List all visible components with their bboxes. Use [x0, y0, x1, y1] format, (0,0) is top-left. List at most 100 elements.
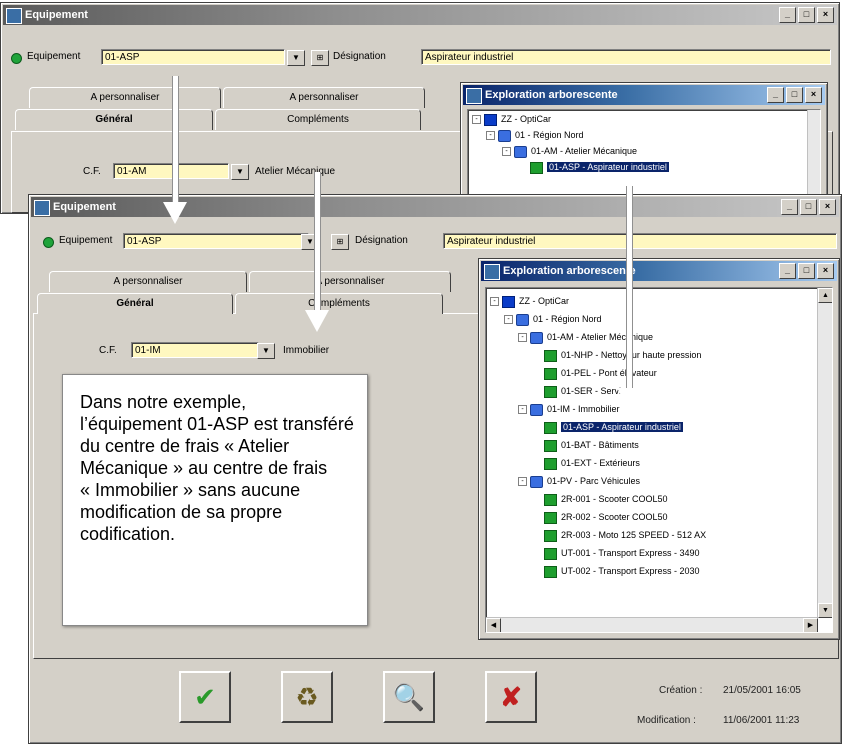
tree-node[interactable]: UT-001 - Transport Express - 3490 [544, 546, 700, 560]
back-window-title: Equipement [25, 9, 88, 21]
scrollbar[interactable] [807, 110, 820, 194]
validate-button[interactable]: ✔ [179, 671, 231, 723]
scroll-up-icon[interactable]: ▲ [818, 288, 832, 303]
root-icon [502, 295, 515, 308]
maximize-icon[interactable]: □ [800, 199, 817, 215]
collapse-icon[interactable]: - [472, 115, 481, 125]
leaf-icon [544, 547, 557, 560]
tree-node[interactable]: -01-PV - Parc Véhicules [518, 474, 640, 488]
designation-field[interactable]: Aspirateur industriel [443, 233, 837, 249]
tab-general[interactable]: Général [37, 293, 233, 314]
tree-window-icon [466, 88, 482, 104]
tab-a-personnaliser-2[interactable]: A personnaliser [223, 87, 425, 108]
chevron-down-icon[interactable]: ▼ [287, 50, 305, 66]
cf-description: Atelier Mécanique [255, 166, 336, 177]
collapse-icon[interactable]: - [486, 131, 495, 141]
lookup-button[interactable]: ⊞ [331, 234, 349, 250]
front-tree-view[interactable]: - ZZ - OptiCar -01 - Région Nord -01-AM -… [485, 287, 833, 633]
window-app-icon [34, 200, 50, 216]
folder-icon [530, 475, 543, 488]
tree-node[interactable]: - ZZ - OptiCar [472, 112, 551, 126]
close-icon[interactable]: × [817, 263, 834, 279]
scroll-left-icon[interactable]: ◀ [486, 618, 501, 632]
collapse-icon[interactable]: - [518, 405, 527, 415]
scroll-right-icon[interactable]: ▶ [803, 618, 818, 632]
tree-node[interactable]: 01-BAT - Bâtiments [544, 438, 639, 452]
collapse-icon[interactable]: - [490, 297, 499, 307]
explanation-text: Dans notre exemple, l’équipement 01-ASP … [80, 392, 354, 544]
leaf-icon [544, 421, 557, 434]
tree-node[interactable]: 2R-002 - Scooter COOL50 [544, 510, 668, 524]
cf-field[interactable]: 01-IM [131, 342, 259, 358]
tree-node-selected[interactable]: 01-ASP - Aspirateur industriel [544, 420, 683, 434]
folder-icon [516, 313, 529, 326]
back-window-titlebar[interactable]: Equipement _ □ × [3, 5, 837, 25]
cf-field[interactable]: 01-AM [113, 163, 229, 179]
designation-field[interactable]: Aspirateur industriel [421, 49, 831, 65]
search-button[interactable]: 🔍 [383, 671, 435, 723]
tab-a-personnaliser-2[interactable]: A personnaliser [249, 271, 451, 292]
designation-label: Désignation [333, 51, 386, 62]
annotation-arrow-shaft [626, 186, 633, 390]
maximize-icon[interactable]: □ [786, 87, 803, 103]
tab-complements[interactable]: Compléments [215, 109, 421, 130]
explanation-note: Dans notre exemple, l’équipement 01-ASP … [62, 374, 368, 626]
minimize-icon[interactable]: _ [779, 7, 796, 23]
folder-icon [530, 331, 543, 344]
creation-label: Création : [659, 685, 703, 696]
tree-node[interactable]: 2R-001 - Scooter COOL50 [544, 492, 668, 506]
tab-a-personnaliser-1[interactable]: A personnaliser [29, 87, 221, 108]
back-tree-titlebar[interactable]: Exploration arborescente _ □ × [463, 85, 825, 105]
chevron-down-icon[interactable]: ▼ [231, 164, 249, 180]
delete-button[interactable]: ♻ [281, 671, 333, 723]
designation-label: Désignation [355, 235, 408, 246]
tab-general[interactable]: Général [15, 109, 213, 130]
collapse-icon[interactable]: - [504, 315, 513, 325]
tab-a-personnaliser-1[interactable]: A personnaliser [49, 271, 247, 292]
back-tree-title: Exploration arborescente [485, 89, 618, 101]
front-window-titlebar[interactable]: Equipement _ □ × [31, 197, 839, 217]
equipement-label: Equipement [59, 235, 113, 246]
minimize-icon[interactable]: _ [767, 87, 784, 103]
cancel-button[interactable]: ✘ [485, 671, 537, 723]
scroll-down-icon[interactable]: ▼ [818, 603, 832, 618]
leaf-icon [530, 161, 543, 174]
tree-node[interactable]: -01 - Région Nord [486, 128, 584, 142]
close-icon[interactable]: × [819, 199, 836, 215]
cf-description: Immobilier [283, 345, 330, 356]
status-dot-icon [11, 53, 22, 64]
leaf-icon [544, 493, 557, 506]
chevron-down-icon[interactable]: ▼ [257, 343, 275, 359]
tree-node[interactable]: -01-AM - Atelier Mécanique [502, 144, 637, 158]
equipement-field[interactable]: 01-ASP [123, 233, 309, 249]
maximize-icon[interactable]: □ [798, 7, 815, 23]
equipement-field[interactable]: 01-ASP [101, 49, 285, 65]
tree-node[interactable]: 01-PEL - Pont élévateur [544, 366, 657, 380]
leaf-icon [544, 349, 557, 362]
maximize-icon[interactable]: □ [798, 263, 815, 279]
close-icon[interactable]: × [805, 87, 822, 103]
lookup-button[interactable]: ⊞ [311, 50, 329, 66]
collapse-icon[interactable]: - [502, 147, 511, 157]
vertical-scrollbar[interactable]: ▲ ▼ [817, 288, 832, 618]
tree-node[interactable]: -01-IM - Immobilier [518, 402, 620, 416]
tab-complements[interactable]: Compléments [235, 293, 443, 314]
collapse-icon[interactable]: - [518, 333, 527, 343]
front-window-title: Equipement [53, 201, 116, 213]
collapse-icon[interactable]: - [518, 477, 527, 487]
horizontal-scrollbar[interactable]: ◀ ▶ [486, 617, 818, 632]
close-icon[interactable]: × [817, 7, 834, 23]
tree-node[interactable]: 2R-003 - Moto 125 SPEED - 512 AX [544, 528, 706, 542]
tree-node[interactable]: 01-NHP - Nettoyeur haute pression [544, 348, 701, 362]
tree-node[interactable]: UT-002 - Transport Express - 2030 [544, 564, 700, 578]
tree-node-selected[interactable]: 01-ASP - Aspirateur industriel [530, 160, 669, 174]
annotation-arrow-head [617, 388, 641, 410]
front-tree-titlebar[interactable]: Exploration arborescente _ □ × [481, 261, 837, 281]
minimize-icon[interactable]: _ [781, 199, 798, 215]
minimize-icon[interactable]: _ [779, 263, 796, 279]
leaf-icon [544, 385, 557, 398]
tree-node[interactable]: -01 - Région Nord [504, 312, 602, 326]
tree-node[interactable]: - ZZ - OptiCar [490, 294, 569, 308]
back-tree-view[interactable]: - ZZ - OptiCar -01 - Région Nord -01-AM -… [467, 109, 821, 195]
tree-node[interactable]: 01-EXT - Extérieurs [544, 456, 640, 470]
